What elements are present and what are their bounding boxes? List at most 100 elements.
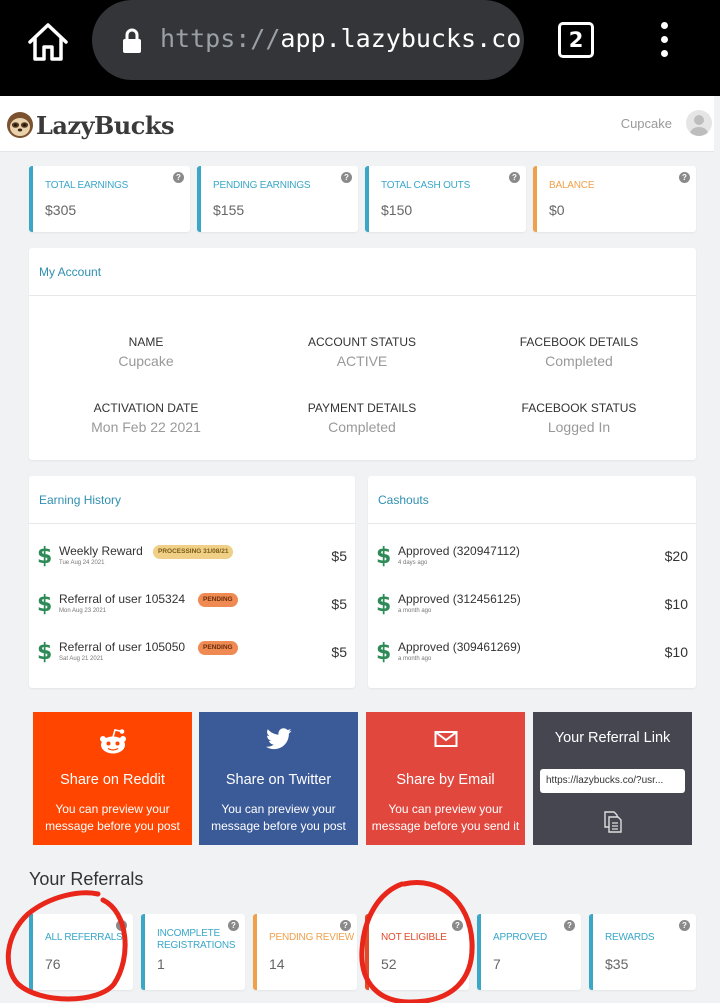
help-icon[interactable]: ? [679, 920, 690, 931]
referral-link-panel: Your Referral Link https://lazybucks.co/… [533, 712, 692, 845]
panel-title: Cashouts [378, 493, 429, 507]
url-text[interactable]: https://app.lazybucks.co [160, 24, 521, 53]
item-amount: $10 [664, 644, 688, 660]
field-label: ACTIVATION DATE [93, 401, 199, 415]
dollar-icon: $ [376, 544, 392, 569]
item-amount: $5 [331, 548, 347, 564]
field-value: Completed [545, 353, 613, 369]
dollar-icon: $ [37, 592, 53, 617]
item-amount: $5 [331, 644, 347, 660]
item-date: a month ago [398, 656, 432, 662]
home-icon[interactable] [26, 22, 70, 62]
stat-label: PENDING REVIEW [269, 932, 354, 943]
divider [368, 523, 696, 524]
more-options-icon[interactable] [656, 22, 672, 60]
referral-stat-pending-review: PENDING REVIEW 14 ? [253, 914, 357, 990]
stat-label: NOT ELIGIBLE [381, 932, 447, 943]
item-title: Referral of user 105050 [59, 640, 186, 654]
item-title: Referral of user 105324 [59, 592, 186, 606]
stat-label: TOTAL EARNINGS [45, 180, 129, 191]
url-scheme: https:// [160, 24, 281, 53]
field-label: ACCOUNT STATUS [307, 335, 416, 349]
item-date: Tue Aug 24 2021 [59, 560, 105, 566]
list-item: $ Referral of user 105050 Sat Aug 21 202… [37, 636, 347, 676]
copy-icon[interactable] [601, 810, 625, 834]
help-icon[interactable]: ? [340, 920, 351, 931]
my-account-panel: My Account NAME Cupcake ACCOUNT STATUS A… [29, 248, 696, 460]
tab-switcher-button[interactable]: 2 [558, 22, 594, 58]
referrals-heading: Your Referrals [29, 869, 144, 889]
field-value: ACTIVE [336, 353, 388, 369]
list-item: $ Approved (309461269) a month ago $10 [376, 636, 688, 676]
referral-stat-all: ALL REFERRALS 76 ? [29, 914, 133, 990]
referral-stat-approved: APPROVED 7 ? [477, 914, 581, 990]
list-item: $ Referral of user 105324 Mon Aug 23 202… [37, 588, 347, 628]
help-icon[interactable]: ? [341, 172, 352, 183]
item-date: a month ago [398, 608, 432, 614]
earning-history-panel: Earning History $ Weekly Reward Tue Aug … [29, 476, 355, 688]
divider [29, 295, 696, 296]
dollar-icon: $ [37, 544, 53, 569]
share-reddit-button[interactable]: Share on Reddit You can preview your mes… [33, 712, 192, 845]
stat-value: 7 [493, 956, 501, 972]
divider [29, 523, 355, 524]
envelope-icon [366, 728, 525, 754]
url-host: app.lazybucks.co [280, 24, 522, 53]
help-icon[interactable]: ? [679, 172, 690, 183]
site-logo[interactable]: LazyBucks [6, 108, 175, 142]
referral-link-field[interactable]: https://lazybucks.co/?usr... [540, 769, 685, 793]
share-description: You can preview your message before you … [45, 802, 180, 833]
list-item: $ Approved (320947112) 4 days ago $20 [376, 540, 688, 580]
item-amount: $10 [664, 596, 688, 612]
dollar-icon: $ [37, 640, 53, 665]
stat-label: INCOMPLETE REGISTRATIONS [157, 928, 236, 951]
referral-link-title: Your Referral Link [554, 730, 671, 746]
field-value: Mon Feb 22 2021 [91, 419, 201, 435]
facebook-status: FACEBOOK STATUS Logged In [479, 401, 679, 435]
referral-stat-incomplete: INCOMPLETE REGISTRATIONS 1 ? [141, 914, 245, 990]
share-title: Share by Email [396, 772, 495, 788]
facebook-details: FACEBOOK DETAILS Completed [479, 335, 679, 369]
stat-value: $150 [381, 202, 413, 218]
referral-stat-rewards: REWARDS $35 ? [589, 914, 696, 990]
reddit-icon [33, 728, 192, 754]
help-icon[interactable]: ? [116, 920, 127, 931]
stat-total-earnings: TOTAL EARNINGS $305 ? [29, 166, 190, 232]
field-label: NAME [128, 335, 164, 349]
dollar-icon: $ [376, 640, 392, 665]
help-icon[interactable]: ? [452, 920, 463, 931]
twitter-icon [199, 728, 358, 754]
share-email-button[interactable]: Share by Email You can preview your mess… [366, 712, 525, 845]
lock-icon [123, 28, 141, 53]
site-header: LazyBucks Cupcake [0, 96, 714, 152]
field-value: Cupcake [118, 353, 174, 369]
stat-value: $155 [213, 202, 245, 218]
item-amount: $5 [331, 596, 347, 612]
panel-title: Earning History [39, 493, 122, 507]
help-icon[interactable]: ? [173, 172, 184, 183]
share-description: You can preview your message before you … [371, 802, 520, 833]
dollar-icon: $ [376, 592, 392, 617]
stat-value: 1 [157, 956, 165, 972]
item-title: Approved (309461269) [398, 640, 521, 654]
username-label[interactable]: Cupcake [621, 116, 672, 131]
share-description: You can preview your message before you … [211, 802, 346, 833]
avatar[interactable] [686, 110, 712, 136]
stat-label: ALL REFERRALS [45, 932, 123, 943]
help-icon[interactable]: ? [564, 920, 575, 931]
item-amount: $20 [664, 548, 688, 564]
help-icon[interactable]: ? [228, 920, 239, 931]
referral-stat-not-eligible: NOT ELIGIBLE 52 ? [365, 914, 469, 990]
item-title: Approved (312456125) [398, 592, 521, 606]
status-badge: PENDING [198, 641, 238, 655]
field-value: Completed [328, 419, 396, 435]
help-icon[interactable]: ? [509, 172, 520, 183]
stat-value: 76 [45, 956, 61, 972]
panel-title: My Account [39, 265, 102, 279]
share-twitter-button[interactable]: Share on Twitter You can preview your me… [199, 712, 358, 845]
payment-details: PAYMENT DETAILS Completed [262, 401, 462, 435]
stat-value: $35 [605, 956, 629, 972]
account-name: NAME Cupcake [46, 335, 246, 369]
stat-label: BALANCE [549, 180, 595, 191]
item-title: Weekly Reward [59, 544, 143, 558]
